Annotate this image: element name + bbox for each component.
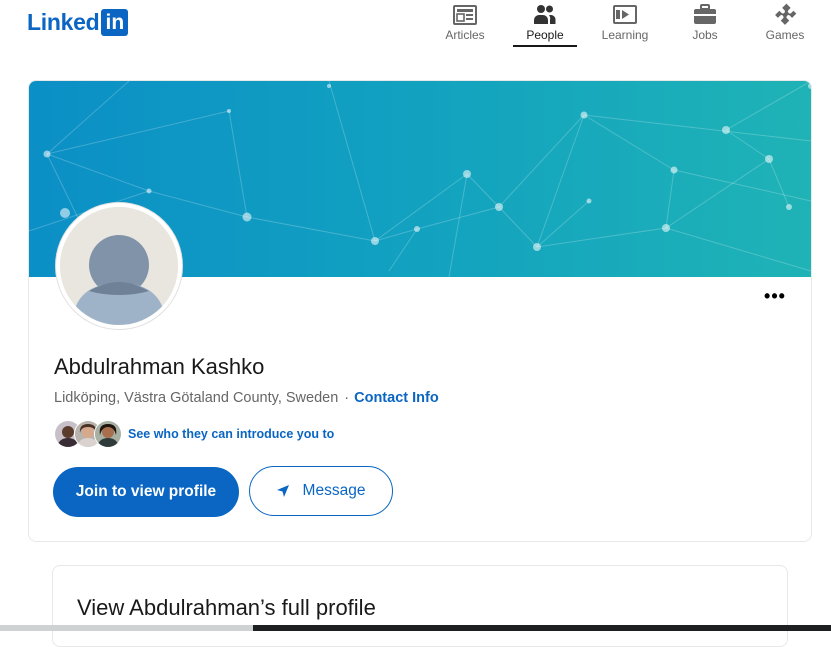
top-nav: Articles People Learning Jobs Games <box>425 0 825 48</box>
connection-avatar <box>94 420 122 448</box>
learning-icon <box>613 5 637 24</box>
join-to-view-profile-button[interactable]: Join to view profile <box>53 467 239 517</box>
separator-dot: · <box>344 390 350 406</box>
nav-games[interactable]: Games <box>745 0 825 48</box>
bottom-overlay-strip <box>0 625 831 631</box>
top-header: Linked in Articles People Learning Jobs … <box>0 0 831 56</box>
articles-icon <box>453 5 477 25</box>
nav-label-learning: Learning <box>601 28 649 42</box>
send-icon <box>277 485 289 497</box>
profile-location-line: Lidköping, Västra Götaland County, Swede… <box>54 388 439 408</box>
nav-learning[interactable]: Learning <box>585 0 665 48</box>
strip-left <box>0 625 253 631</box>
profile-avatar <box>56 203 182 329</box>
profile-location: Lidköping, Västra Götaland County, Swede… <box>54 390 339 406</box>
message-button-label: Message <box>302 482 366 499</box>
profile-name: Abdulrahman Kashko <box>54 354 265 379</box>
person-placeholder-icon <box>60 207 178 325</box>
full-profile-title: View Abdulrahman’s full profile <box>77 595 376 620</box>
contact-info-link[interactable]: Contact Info <box>354 390 439 406</box>
nav-label-people: People <box>526 28 564 42</box>
people-icon <box>534 5 556 24</box>
games-icon <box>775 3 797 25</box>
jobs-icon <box>694 4 716 24</box>
logo-text: Linked <box>27 9 100 35</box>
strip-right <box>253 625 831 631</box>
introduce-row[interactable]: See who they can introduce you to <box>54 419 334 449</box>
message-button[interactable]: Message <box>249 466 393 516</box>
nav-articles[interactable]: Articles <box>425 0 505 48</box>
nav-label-games: Games <box>765 28 805 42</box>
nav-jobs[interactable]: Jobs <box>665 0 745 48</box>
more-options-button[interactable]: ••• <box>763 287 787 311</box>
linkedin-logo[interactable]: Linked in <box>27 8 129 36</box>
nav-people[interactable]: People <box>505 0 585 48</box>
connection-avatar-icon <box>95 421 121 447</box>
full-profile-card: View Abdulrahman’s full profile <box>52 565 788 647</box>
introduce-link[interactable]: See who they can introduce you to <box>128 427 334 441</box>
nav-label-jobs: Jobs <box>692 28 718 42</box>
logo-box: in <box>101 8 129 36</box>
profile-card: ••• Abdulrahman Kashko Lidköping, Västra… <box>28 80 812 542</box>
active-tab-indicator <box>513 45 577 47</box>
nav-label-articles: Articles <box>445 28 485 42</box>
